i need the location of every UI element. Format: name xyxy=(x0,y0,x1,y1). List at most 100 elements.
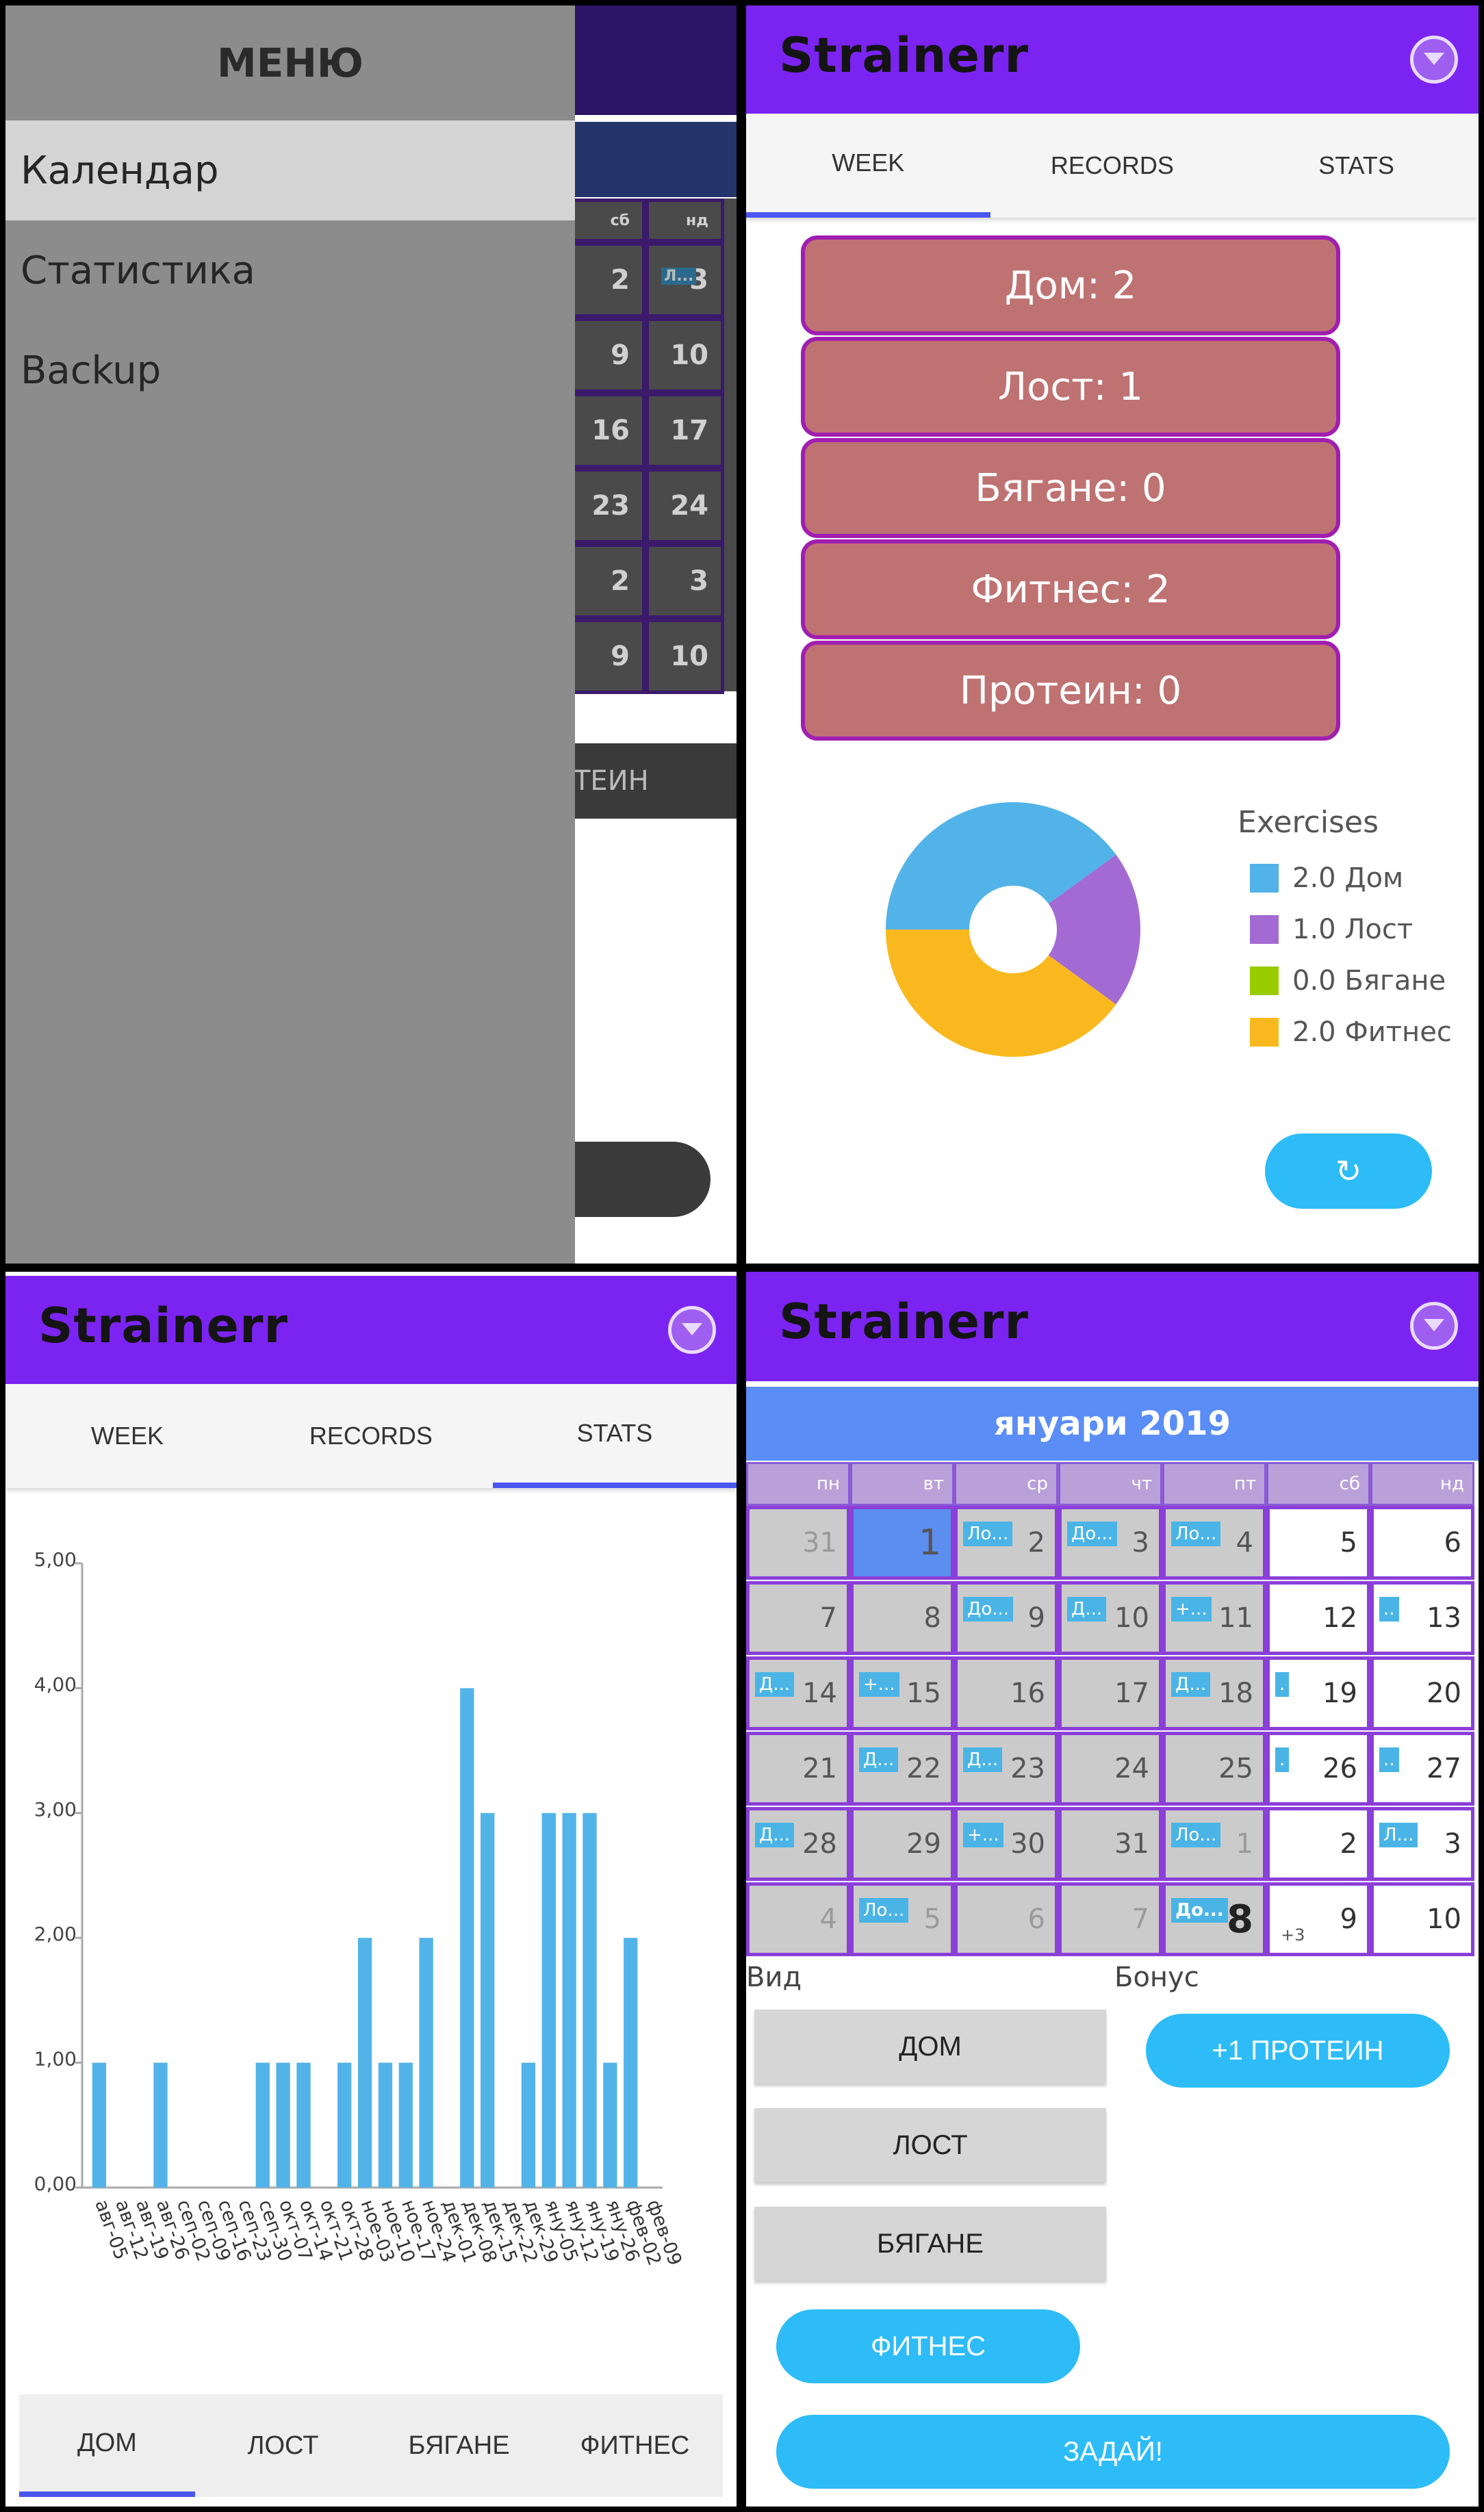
calendar-day-cell[interactable]: 27.. xyxy=(1370,1732,1474,1806)
event-chip: Д... xyxy=(755,1823,795,1847)
legend-item: 1.0 Лост xyxy=(1250,912,1413,947)
type-fitness-button[interactable]: ФИТНЕС xyxy=(776,2309,1080,2383)
calendar-day-cell[interactable]: 5 Ло... xyxy=(850,1882,954,1956)
tab-running[interactable]: БЯГАНЕ xyxy=(371,2394,547,2497)
tab-lost[interactable]: ЛОСТ xyxy=(195,2394,371,2497)
calendar-day-cell[interactable]: 30 +... xyxy=(954,1807,1058,1881)
calendar-day-cell[interactable]: 8 До... xyxy=(1162,1882,1266,1956)
bar xyxy=(481,1812,495,2188)
calendar-day-cell[interactable]: 1 Ло... xyxy=(1162,1807,1266,1881)
event-chip: Ло... xyxy=(1171,1522,1221,1546)
calendar-day-cell[interactable]: 19. xyxy=(1266,1656,1370,1730)
day-number: 2 xyxy=(1027,1527,1045,1559)
calendar-day-cell[interactable]: 3 Л... xyxy=(1370,1807,1474,1881)
refresh-button[interactable]: ↻ xyxy=(1265,1133,1432,1209)
y-tick-label: 2,00 xyxy=(34,1923,77,1945)
menu-item-backup[interactable]: Backup xyxy=(5,320,575,420)
day-number: 3 xyxy=(1444,1828,1461,1860)
calendar-day-cell[interactable]: 7 xyxy=(1058,1882,1162,1956)
day-number: 15 xyxy=(906,1678,941,1709)
bar xyxy=(153,2062,168,2188)
calendar-day-cell[interactable]: 8 xyxy=(850,1581,954,1655)
calendar-day-cell[interactable]: 15 +... xyxy=(850,1656,954,1730)
type-lost-button[interactable]: ЛОСТ xyxy=(754,2108,1106,2182)
background-day-cell: 9 xyxy=(567,318,645,393)
app-title: Strainerr xyxy=(779,1294,1029,1350)
calendar-day-cell[interactable]: 20 xyxy=(1370,1656,1474,1730)
bonus-label: Бонус xyxy=(1114,1962,1199,1993)
weekday-header: пн xyxy=(746,1462,850,1506)
legend-swatch xyxy=(1250,864,1279,893)
calendar-day-cell[interactable]: 7 xyxy=(746,1581,850,1655)
calendar-day-cell[interactable]: 22 Д... xyxy=(850,1732,954,1806)
week-screen: Strainerr WEEK RECORDS STATS Дом: 2 Лост… xyxy=(746,5,1479,1264)
calendar-day-cell[interactable]: 26. xyxy=(1266,1732,1370,1806)
calendar-screen: Strainerr януари 2019 пн вт ср чт пт сб нд 31 1… xyxy=(746,1272,1479,2507)
event-chip: +... xyxy=(1171,1597,1212,1622)
calendar-day-cell[interactable]: 18 Д... xyxy=(1162,1656,1266,1730)
type-running-button[interactable]: БЯГАНЕ xyxy=(754,2207,1106,2281)
calendar-day-cell[interactable]: 9 +3 xyxy=(1266,1882,1370,1956)
calendar-day-cell[interactable]: 31 xyxy=(1058,1807,1162,1881)
tab-records[interactable]: RECORDS xyxy=(249,1384,493,1488)
event-chip: .. xyxy=(1379,1597,1399,1622)
calendar-day-cell[interactable]: 12 xyxy=(1266,1581,1370,1655)
tab-stats[interactable]: STATS xyxy=(1234,114,1479,218)
calendar-day-cell[interactable]: 5 xyxy=(1266,1506,1370,1580)
dropdown-icon[interactable] xyxy=(668,1306,716,1354)
calendar-day-cell[interactable]: 23 Д... xyxy=(954,1732,1058,1806)
calendar-day-cell[interactable]: 2 xyxy=(1266,1807,1370,1881)
menu-item-calendar[interactable]: Календар xyxy=(5,120,575,220)
tab-stats[interactable]: STATS xyxy=(492,1384,737,1488)
dropdown-icon[interactable] xyxy=(1410,1302,1458,1350)
calendar-day-cell[interactable]: 10 xyxy=(1370,1882,1474,1956)
submit-button[interactable]: ЗАДАЙ! xyxy=(776,2415,1450,2489)
day-number: 25 xyxy=(1218,1753,1253,1784)
tab-dom[interactable]: ДОМ xyxy=(19,2394,195,2497)
dropdown-icon[interactable] xyxy=(1410,36,1458,84)
calendar-day-cell[interactable]: 2 Ло... xyxy=(954,1506,1058,1580)
calendar-day-cell[interactable]: 29 xyxy=(850,1807,954,1881)
calendar-day-cell[interactable]: 21 xyxy=(746,1732,850,1806)
background-day-cell: 24 xyxy=(645,468,724,543)
calendar-day-cell[interactable]: 9 До... xyxy=(954,1581,1058,1655)
calendar-day-cell[interactable]: 17 xyxy=(1058,1656,1162,1730)
calendar-day-cell[interactable]: 11 +... xyxy=(1162,1581,1266,1655)
calendar-day-cell[interactable]: 14 Д... xyxy=(746,1656,850,1730)
calendar-day-cell[interactable]: 6 xyxy=(1370,1506,1474,1580)
calendar-day-cell[interactable]: 24 xyxy=(1058,1732,1162,1806)
tab-records[interactable]: RECORDS xyxy=(990,114,1235,218)
add-protein-button[interactable]: +1 ПРОТЕИН xyxy=(1146,2014,1450,2088)
type-dom-button[interactable]: ДОМ xyxy=(754,2010,1106,2084)
tab-week[interactable]: WEEK xyxy=(5,1384,249,1488)
type-label: Вид xyxy=(746,1962,802,1993)
tab-fitness[interactable]: ФИТНЕС xyxy=(547,2394,723,2497)
background-weekday: нд xyxy=(645,198,724,242)
calendar-day-cell[interactable]: 31 xyxy=(746,1506,850,1580)
background-weekday: сб xyxy=(567,198,645,242)
calendar-day-cell[interactable]: 13.. xyxy=(1370,1581,1474,1655)
event-chip: . xyxy=(1275,1747,1290,1772)
exercise-tab-bar: ДОМ ЛОСТ БЯГАНЕ ФИТНЕС xyxy=(19,2394,723,2497)
calendar-day-cell[interactable]: 16 xyxy=(954,1656,1058,1730)
calendar-day-cell[interactable]: 3 До... xyxy=(1058,1506,1162,1580)
legend-swatch xyxy=(1250,966,1279,995)
stat-running: Бягане: 0 xyxy=(801,438,1340,538)
tab-bar: WEEK RECORDS STATS xyxy=(5,1384,737,1488)
menu-item-statistics[interactable]: Статистика xyxy=(5,220,575,320)
tab-week[interactable]: WEEK xyxy=(746,114,990,218)
calendar-day-cell[interactable]: 10 Д... xyxy=(1058,1581,1162,1655)
calendar-day-cell[interactable]: 4 Ло... xyxy=(1162,1506,1266,1580)
background-submit-button xyxy=(567,1142,711,1217)
calendar-day-cell[interactable]: 1 xyxy=(850,1506,954,1580)
calendar-day-cell[interactable]: 25 xyxy=(1162,1732,1266,1806)
day-number: 30 xyxy=(1010,1828,1045,1860)
calendar-day-cell[interactable]: 4 xyxy=(746,1882,850,1956)
stats-screen: Strainerr WEEK RECORDS STATS 0,00 1,00 2,0… xyxy=(5,1272,737,2507)
calendar-day-cell[interactable]: 28 Д... xyxy=(746,1807,850,1881)
day-number: 10 xyxy=(1427,1904,1461,1935)
bar xyxy=(624,1938,638,2188)
event-chip: Д... xyxy=(1171,1672,1211,1697)
day-number: 10 xyxy=(1114,1602,1149,1634)
calendar-day-cell[interactable]: 6 xyxy=(954,1882,1058,1956)
